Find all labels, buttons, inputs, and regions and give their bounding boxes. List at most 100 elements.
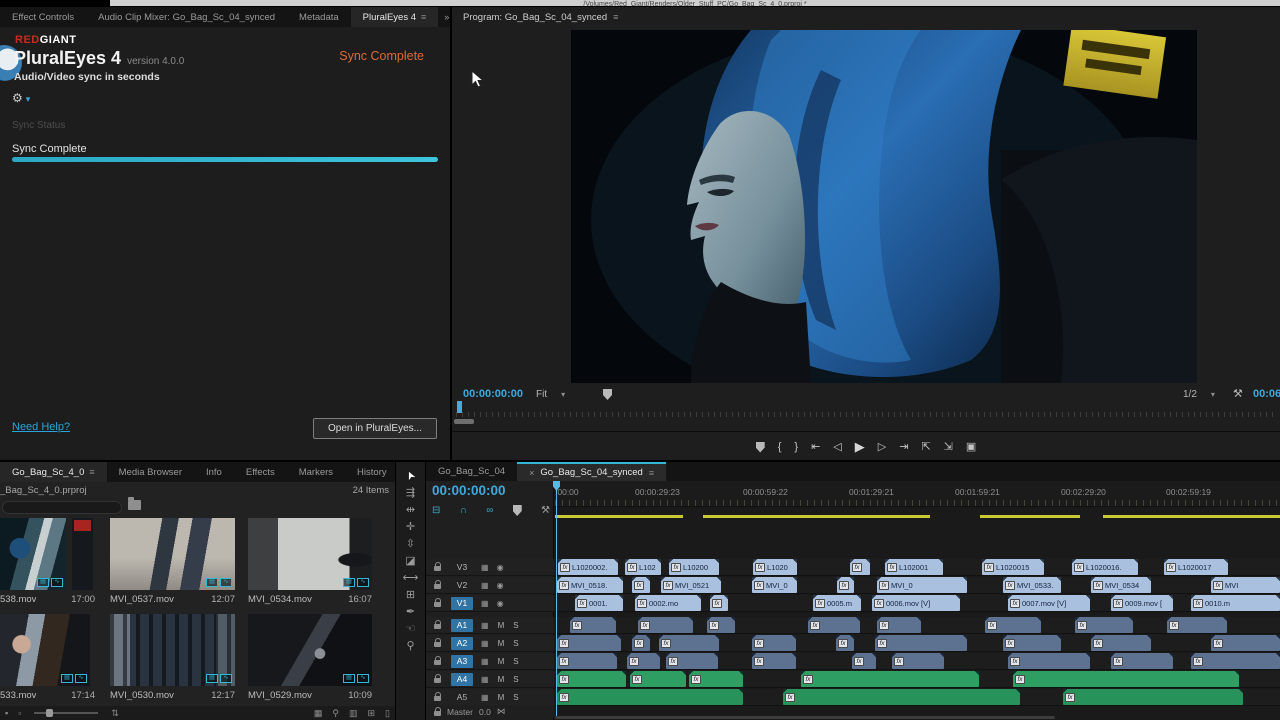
tab-media-browser[interactable]: Media Browser [107,462,194,482]
clip-filename[interactable]: MVI_0529.mov [248,690,312,701]
lift-button[interactable]: ⇱ [921,440,930,454]
toggle-track-output-eye-icon[interactable]: ◉ [497,563,504,572]
timeline-clip[interactable]: fx [752,653,796,669]
playback-resolution-select[interactable]: 1/2▾ [1183,389,1215,400]
panel-menu-icon[interactable]: ≡ [649,468,654,478]
media-thumbnail-mvi-0530-mov[interactable]: ▤∿ [110,614,235,686]
timeline-clip[interactable]: fx [836,635,854,651]
sync-lock-icon[interactable]: ▦ [481,599,489,608]
track-lane-a3[interactable]: fxfxfxfxfxfxfxfxfx [555,653,1280,670]
media-thumbnail-mvi-0534-mov[interactable]: ▤∿ [248,518,372,590]
open-in-pluraleyes-button[interactable]: Open in PluralEyes... [313,418,437,439]
lock-icon[interactable] [434,696,441,701]
timeline-clip[interactable]: fx0005.m [813,595,861,611]
timeline-ruler[interactable]: :00:0000:00:29:2300:00:59:2200:01:29:210… [555,481,1280,507]
timeline-clip[interactable]: fx [1075,617,1133,633]
lock-icon[interactable] [434,624,441,629]
add-marker-icon[interactable] [513,505,522,516]
sync-lock-icon[interactable]: ▦ [481,563,489,572]
track-select-forward-tool[interactable]: ⇶ [406,484,415,501]
search-input[interactable] [2,501,122,514]
timeline-clip[interactable]: fxL10200 [669,559,719,575]
sync-lock-icon[interactable]: ▦ [481,657,489,666]
tab-metadata[interactable]: Metadata [287,7,351,27]
timeline-clip[interactable]: fx [627,653,660,669]
play-button[interactable]: ▶ [855,440,865,454]
automate-to-sequence-icon[interactable]: ▦ [309,708,328,719]
ripple-edit-tool[interactable]: ⇹ [406,501,415,518]
timeline-clip[interactable]: fx [707,617,735,633]
timeline-settings-icon[interactable]: ⚒ [541,505,550,516]
go-to-in-button[interactable]: ⇤ [811,440,820,454]
slider-knob[interactable] [46,709,53,717]
track-target-a4[interactable]: A4 [451,673,473,686]
clip-filename[interactable]: MVI_0537.mov [110,594,174,605]
timeline-clip[interactable]: fx0002.mo [635,595,701,611]
close-tab-icon[interactable]: × [529,468,534,478]
timeline-clip[interactable]: fx [570,617,616,633]
timeline-clip[interactable]: fxL1020016. [1072,559,1138,575]
sync-lock-icon[interactable]: ▦ [481,675,489,684]
zoom-level-select[interactable]: Fit▾ [536,389,565,400]
tab-markers[interactable]: Markers [287,462,345,482]
timeline-clip[interactable]: fxL102001 [885,559,943,575]
program-scrollbar[interactable] [454,419,474,424]
timeline-clip[interactable]: fxL1020 [753,559,797,575]
lock-icon[interactable] [434,642,441,647]
track-lane-a2[interactable]: fxfxfxfxfxfxfxfxfx [555,635,1280,652]
mute-button[interactable]: M [498,693,505,702]
tab-history[interactable]: History [345,462,395,482]
timeline-clip[interactable]: fx [850,559,870,575]
track-lane-a1[interactable]: fxfxfxfxfxfxfxfx [555,617,1280,634]
mute-button[interactable]: M [498,639,505,648]
timeline-clip[interactable]: fxL1020015 [982,559,1044,575]
timeline-clip[interactable]: fxMVI_0534 [1091,577,1151,593]
sequence-tab-go-bag-sc-04[interactable]: Go_Bag_Sc_04 [426,462,517,481]
sync-lock-icon[interactable]: ▦ [481,581,489,590]
timeline-clip[interactable]: fx [852,653,876,669]
new-item-icon[interactable]: ⊞ [363,708,381,719]
timeline-clip[interactable]: fxMVI_0518. [557,577,623,593]
timeline-clip[interactable]: fx [710,595,728,611]
go-to-out-button[interactable]: ⇥ [899,440,908,454]
timeline-playhead[interactable] [556,481,557,716]
solo-button[interactable]: S [513,675,518,684]
tab-effects[interactable]: Effects [234,462,287,482]
timeline-clip[interactable]: fx [1191,653,1280,669]
timeline-clip[interactable]: fx [877,617,921,633]
media-thumbnail-533-mov[interactable]: ▤∿ [0,614,90,686]
program-mini-timeline[interactable] [456,403,1276,417]
rate-stretch-tool[interactable]: ⇳ [406,535,415,552]
clip-filename[interactable]: MVI_0534.mov [248,594,312,605]
icon-view-icon[interactable]: ▫ [13,708,26,718]
clip-filename[interactable]: 538.mov [0,594,36,605]
pen-tool[interactable]: ✒ [406,603,415,620]
timeline-clip[interactable]: fx [689,671,743,687]
timeline-clip[interactable]: fxL1020002. [558,559,618,575]
track-lane-a4[interactable]: fxfxfxfxfx [555,671,1280,688]
track-target-v1[interactable]: V1 [451,597,473,610]
timeline-clip[interactable]: fx [630,671,686,687]
timeline-clip[interactable]: fx [1111,653,1173,669]
timeline-scrollbar[interactable] [555,716,1055,719]
toggle-track-output-eye-icon[interactable]: ◉ [497,599,504,608]
media-thumbnail-538-mov[interactable]: ▤∿ [0,518,66,590]
solo-button[interactable]: S [513,693,518,702]
track-target-v3[interactable]: V3 [451,561,473,574]
slide-tool[interactable]: ⊞ [406,586,415,603]
tab-effect-controls[interactable]: Effect Controls [0,7,86,27]
solo-button[interactable]: S [513,657,518,666]
timeline-clip[interactable]: fxL1020017 [1164,559,1228,575]
timeline-clip[interactable]: fx [875,635,967,651]
pluraleyes-settings-button[interactable]: ⚙▾ [12,91,30,105]
lock-icon[interactable] [434,660,441,665]
track-lane-a5[interactable]: fxfxfx [555,689,1280,706]
sort-icon[interactable]: ⇅ [106,708,124,719]
zoom-tool[interactable]: ⚲ [406,637,414,654]
timeline-clip[interactable]: fx [1013,671,1239,687]
export-frame-button[interactable]: ▣ [966,440,976,454]
timeline-clip[interactable]: fx [752,635,796,651]
program-monitor-tab[interactable]: Program: Go_Bag_Sc_04_synced ≡ [463,7,618,27]
timeline-clip[interactable]: fx [1003,635,1061,651]
timeline-clip[interactable]: fxMVI_0533. [1003,577,1061,593]
